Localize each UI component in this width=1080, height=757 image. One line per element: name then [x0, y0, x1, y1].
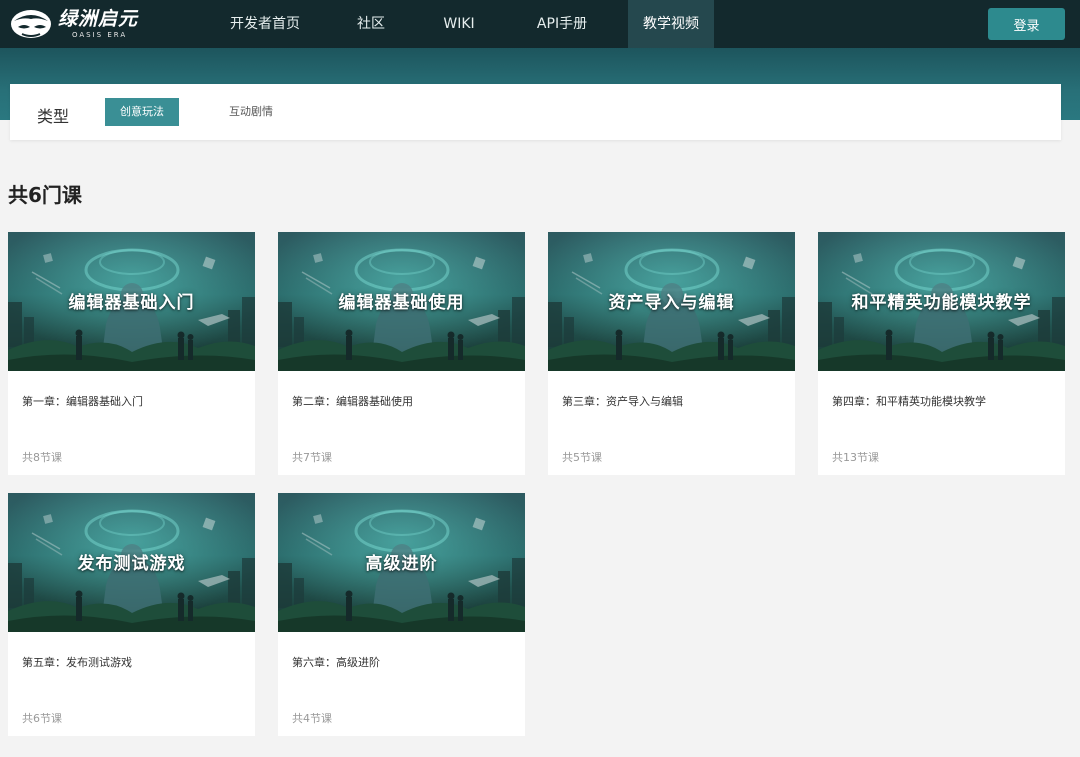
course-count-heading: 共6门课 [8, 183, 82, 207]
login-button[interactable]: 登录 [988, 8, 1065, 40]
course-thumbnail-title: 资产导入与编辑 [608, 293, 735, 313]
nav-item-developer-home[interactable]: 开发者首页 [210, 0, 320, 48]
course-lesson-count: 共6节课 [22, 712, 62, 725]
course-thumbnail: 高级进阶 [278, 493, 525, 632]
brand-mascot-icon [11, 10, 51, 38]
main-nav: 开发者首页 社区 WIKI API手册 教学视频 [210, 0, 714, 48]
top-nav-bar: 绿洲启元 OASIS ERA 开发者首页 社区 WIKI API手册 教学视频 … [0, 0, 1080, 48]
course-chapter-title: 第五章：发布测试游戏 [22, 656, 132, 669]
course-thumbnail-title: 高级进阶 [365, 554, 438, 574]
course-chapter-title: 第六章：高级进阶 [292, 656, 380, 669]
type-filter-label: 类型 [37, 107, 70, 126]
course-chapter-title: 第四章：和平精英功能模块教学 [832, 395, 986, 408]
course-thumbnail: 编辑器基础入门 [8, 232, 255, 371]
type-filter-panel: 类型 创意玩法 互动剧情 [10, 84, 1061, 140]
filter-chip-interactive-story[interactable]: 互动剧情 [220, 98, 282, 126]
nav-item-community[interactable]: 社区 [320, 0, 422, 48]
course-card-3[interactable]: 资产导入与编辑 第三章：资产导入与编辑 共5节课 [548, 232, 795, 475]
course-thumbnail-title: 和平精英功能模块教学 [851, 293, 1032, 313]
filter-chip-creative-gameplay[interactable]: 创意玩法 [105, 98, 179, 126]
brand-name: 绿洲启元 [58, 7, 139, 30]
course-thumbnail: 资产导入与编辑 [548, 232, 795, 371]
course-chapter-title: 第三章：资产导入与编辑 [562, 395, 683, 408]
course-grid: 编辑器基础入门 第一章：编辑器基础入门 共8节课 编辑器基础使用 第二章：编辑器… [8, 232, 1068, 752]
nav-item-tutorial-videos[interactable]: 教学视频 [628, 0, 714, 48]
brand-tagline: OASIS ERA [72, 30, 128, 39]
course-thumbnail-title: 编辑器基础入门 [68, 293, 195, 313]
course-card-6[interactable]: 高级进阶 第六章：高级进阶 共4节课 [278, 493, 525, 736]
course-card-5[interactable]: 发布测试游戏 第五章：发布测试游戏 共6节课 [8, 493, 255, 736]
nav-item-api-manual[interactable]: API手册 [496, 0, 628, 48]
course-lesson-count: 共4节课 [292, 712, 332, 725]
course-thumbnail: 发布测试游戏 [8, 493, 255, 632]
course-card-1[interactable]: 编辑器基础入门 第一章：编辑器基础入门 共8节课 [8, 232, 255, 475]
course-chapter-title: 第一章：编辑器基础入门 [22, 395, 143, 408]
course-lesson-count: 共13节课 [832, 451, 879, 464]
nav-item-wiki[interactable]: WIKI [422, 0, 496, 48]
course-chapter-title: 第二章：编辑器基础使用 [292, 395, 413, 408]
course-thumbnail: 编辑器基础使用 [278, 232, 525, 371]
brand-logo[interactable]: 绿洲启元 OASIS ERA [8, 6, 148, 42]
course-lesson-count: 共5节课 [562, 451, 602, 464]
course-lesson-count: 共7节课 [292, 451, 332, 464]
course-lesson-count: 共8节课 [22, 451, 62, 464]
course-card-2[interactable]: 编辑器基础使用 第二章：编辑器基础使用 共7节课 [278, 232, 525, 475]
course-thumbnail: 和平精英功能模块教学 [818, 232, 1065, 371]
course-thumbnail-title: 编辑器基础使用 [338, 293, 465, 313]
course-card-4[interactable]: 和平精英功能模块教学 第四章：和平精英功能模块教学 共13节课 [818, 232, 1065, 475]
course-thumbnail-title: 发布测试游戏 [77, 554, 186, 574]
